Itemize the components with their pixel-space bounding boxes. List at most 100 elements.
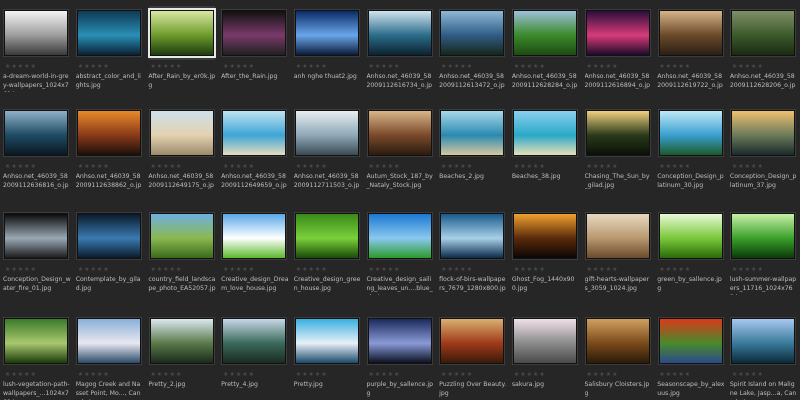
- star-icon[interactable]: ★: [223, 163, 228, 170]
- thumbnail-item[interactable]: ★ ★ ★ ★ ★ Seasonscape_by_alexuus.jpg: [654, 308, 727, 400]
- star-icon[interactable]: ★: [302, 63, 307, 70]
- star-icon[interactable]: ★: [90, 266, 95, 273]
- thumbnail-item[interactable]: ★ ★ ★ ★ ★ lush-summer-wallpapers_11716_1024x7…: [727, 203, 800, 308]
- star-icon[interactable]: ★: [90, 371, 95, 378]
- thumbnail-item[interactable]: ★ ★ ★ ★ ★ Pretty_4.jpg: [218, 308, 291, 400]
- star-icon[interactable]: ★: [533, 371, 538, 378]
- star-icon[interactable]: ★: [150, 163, 155, 170]
- star-icon[interactable]: ★: [163, 266, 168, 273]
- thumbnail-item[interactable]: ★ ★ ★ ★ ★ Puzzling Over Beauty.jpg: [436, 308, 509, 400]
- thumbnail-item[interactable]: ★ ★ ★ ★ ★ a-dream-world-in-grey-wallpapers_10…: [0, 0, 73, 100]
- star-icon[interactable]: ★: [24, 63, 29, 70]
- star-icon[interactable]: ★: [229, 163, 234, 170]
- thumbnail-item[interactable]: ★ ★ ★ ★ ★ Anhso.net_46039_582009112638862_o.j…: [73, 100, 146, 203]
- star-icon[interactable]: ★: [321, 371, 326, 378]
- star-icon[interactable]: ★: [448, 371, 453, 378]
- star-icon[interactable]: ★: [685, 163, 690, 170]
- rating-stars[interactable]: ★ ★ ★ ★ ★: [223, 163, 289, 170]
- star-icon[interactable]: ★: [229, 63, 234, 70]
- star-icon[interactable]: ★: [593, 371, 598, 378]
- star-icon[interactable]: ★: [666, 371, 671, 378]
- star-icon[interactable]: ★: [388, 266, 393, 273]
- star-icon[interactable]: ★: [368, 266, 373, 273]
- star-icon[interactable]: ★: [394, 266, 399, 273]
- star-icon[interactable]: ★: [514, 63, 519, 70]
- star-icon[interactable]: ★: [593, 163, 598, 170]
- rating-stars[interactable]: ★ ★ ★ ★ ★: [223, 266, 289, 273]
- star-icon[interactable]: ★: [321, 266, 326, 273]
- star-icon[interactable]: ★: [732, 371, 737, 378]
- star-icon[interactable]: ★: [745, 63, 750, 70]
- star-icon[interactable]: ★: [514, 371, 519, 378]
- star-icon[interactable]: ★: [381, 266, 386, 273]
- star-icon[interactable]: ★: [5, 63, 10, 70]
- star-icon[interactable]: ★: [751, 266, 756, 273]
- star-icon[interactable]: ★: [606, 371, 611, 378]
- star-icon[interactable]: ★: [738, 63, 743, 70]
- star-icon[interactable]: ★: [381, 371, 386, 378]
- star-icon[interactable]: ★: [236, 163, 241, 170]
- thumbnail-item[interactable]: ★ ★ ★ ★ ★ Anhso.net_46039_582009112619722_o.j…: [654, 0, 727, 100]
- star-icon[interactable]: ★: [31, 163, 36, 170]
- star-icon[interactable]: ★: [309, 266, 314, 273]
- rating-stars[interactable]: ★ ★ ★ ★ ★: [587, 63, 653, 70]
- thumbnail-item[interactable]: ★ ★ ★ ★ ★ Contemplate_by_gilad.jpg: [73, 203, 146, 308]
- star-icon[interactable]: ★: [751, 63, 756, 70]
- rating-stars[interactable]: ★ ★ ★ ★ ★: [5, 266, 71, 273]
- thumbnail-item[interactable]: ★ ★ ★ ★ ★ sakura.jpg: [509, 308, 582, 400]
- star-icon[interactable]: ★: [90, 163, 95, 170]
- star-icon[interactable]: ★: [460, 63, 465, 70]
- star-icon[interactable]: ★: [520, 63, 525, 70]
- star-icon[interactable]: ★: [666, 63, 671, 70]
- star-icon[interactable]: ★: [236, 63, 241, 70]
- star-icon[interactable]: ★: [599, 371, 604, 378]
- star-icon[interactable]: ★: [315, 63, 320, 70]
- star-icon[interactable]: ★: [315, 163, 320, 170]
- rating-stars[interactable]: ★ ★ ★ ★ ★: [368, 63, 434, 70]
- star-icon[interactable]: ★: [659, 63, 664, 70]
- thumbnail-item[interactable]: ★ ★ ★ ★ ★ After_the_Rain.jpg: [218, 0, 291, 100]
- star-icon[interactable]: ★: [672, 163, 677, 170]
- star-icon[interactable]: ★: [5, 163, 10, 170]
- thumbnail-item[interactable]: ★ ★ ★ ★ ★ flock-of-birs-wallpapers_7679_1280x…: [436, 203, 509, 308]
- star-icon[interactable]: ★: [11, 371, 16, 378]
- thumbnail-item[interactable]: ★ ★ ★ ★ ★ Pretty_2.jpg: [145, 308, 218, 400]
- thumbnail-item[interactable]: ★ ★ ★ ★ ★ Chasing_The_Sun_by_gilad.jpg: [582, 100, 655, 203]
- star-icon[interactable]: ★: [533, 266, 538, 273]
- star-icon[interactable]: ★: [84, 163, 89, 170]
- thumbnail-item[interactable]: ★ ★ ★ ★ ★ Anhso.net_46039_582009112628206_o.j…: [727, 0, 800, 100]
- star-icon[interactable]: ★: [539, 266, 544, 273]
- rating-stars[interactable]: ★ ★ ★ ★ ★: [441, 266, 507, 273]
- star-icon[interactable]: ★: [236, 266, 241, 273]
- star-icon[interactable]: ★: [368, 163, 373, 170]
- star-icon[interactable]: ★: [249, 163, 254, 170]
- star-icon[interactable]: ★: [388, 163, 393, 170]
- star-icon[interactable]: ★: [539, 371, 544, 378]
- star-icon[interactable]: ★: [460, 266, 465, 273]
- rating-stars[interactable]: ★ ★ ★ ★ ★: [78, 163, 144, 170]
- star-icon[interactable]: ★: [5, 266, 10, 273]
- star-icon[interactable]: ★: [520, 371, 525, 378]
- rating-stars[interactable]: ★ ★ ★ ★ ★: [732, 63, 798, 70]
- star-icon[interactable]: ★: [678, 266, 683, 273]
- star-icon[interactable]: ★: [18, 63, 23, 70]
- thumbnail-item[interactable]: ★ ★ ★ ★ ★ Anhso.net_46039_582009112613472_o.j…: [436, 0, 509, 100]
- rating-stars[interactable]: ★ ★ ★ ★ ★: [587, 371, 653, 378]
- star-icon[interactable]: ★: [388, 63, 393, 70]
- star-icon[interactable]: ★: [315, 266, 320, 273]
- star-icon[interactable]: ★: [236, 371, 241, 378]
- star-icon[interactable]: ★: [454, 371, 459, 378]
- star-icon[interactable]: ★: [460, 163, 465, 170]
- star-icon[interactable]: ★: [150, 63, 155, 70]
- star-icon[interactable]: ★: [302, 266, 307, 273]
- thumbnail-item[interactable]: ★ ★ ★ ★ ★ purple_by_sallence.jpg: [363, 308, 436, 400]
- star-icon[interactable]: ★: [612, 163, 617, 170]
- rating-stars[interactable]: ★ ★ ★ ★ ★: [296, 266, 362, 273]
- star-icon[interactable]: ★: [527, 266, 532, 273]
- star-icon[interactable]: ★: [732, 63, 737, 70]
- star-icon[interactable]: ★: [738, 163, 743, 170]
- rating-stars[interactable]: ★ ★ ★ ★ ★: [514, 63, 580, 70]
- star-icon[interactable]: ★: [375, 266, 380, 273]
- star-icon[interactable]: ★: [170, 371, 175, 378]
- rating-stars[interactable]: ★ ★ ★ ★ ★: [223, 63, 289, 70]
